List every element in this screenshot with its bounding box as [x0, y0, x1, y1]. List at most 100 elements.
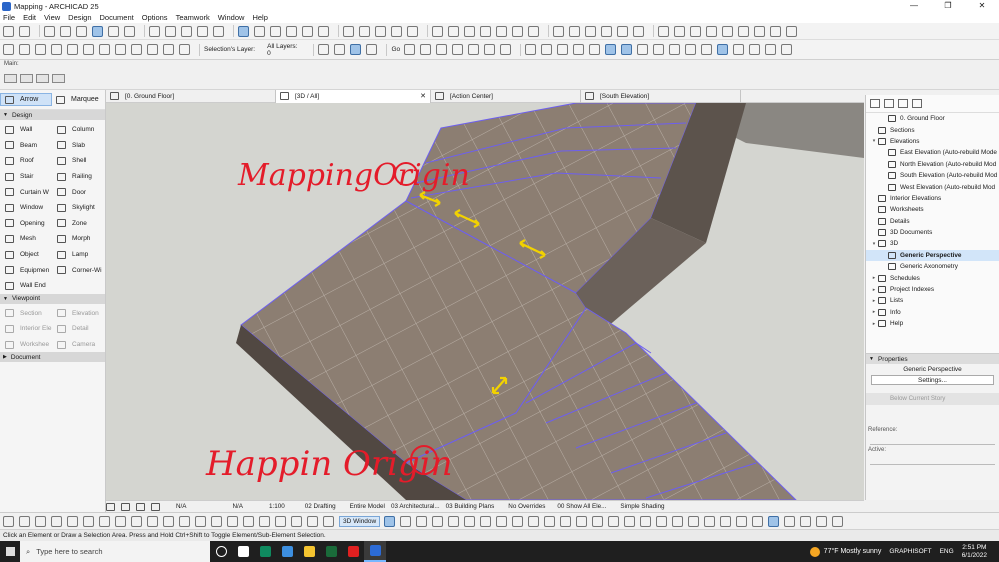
marquee-3d-icon[interactable] — [512, 515, 524, 527]
magnet-icon[interactable] — [786, 25, 797, 37]
cut-3d-icon[interactable] — [400, 515, 412, 527]
walk-view-icon[interactable] — [525, 44, 537, 55]
grid-snap-icon[interactable] — [557, 44, 569, 55]
morph-tool-icon[interactable] — [407, 25, 418, 37]
spline-icon[interactable] — [717, 44, 729, 55]
mesh-icon[interactable] — [83, 515, 94, 527]
navigator-item[interactable]: 3D Documents — [866, 227, 999, 238]
navigator-item[interactable]: Interior Elevations — [866, 193, 999, 204]
navigator-item[interactable]: ▾ Elevations — [866, 136, 999, 147]
slab-icon[interactable] — [51, 515, 62, 527]
book-icon[interactable] — [307, 515, 318, 527]
panel-toggle-icon[interactable] — [768, 515, 780, 527]
sun-3d-icon[interactable] — [528, 515, 540, 527]
render-3d-icon[interactable] — [464, 515, 476, 527]
find-select-icon[interactable] — [286, 25, 297, 37]
tree-toggle-icon[interactable]: ▸ — [870, 298, 878, 304]
zoom-value[interactable]: N/A — [176, 503, 187, 510]
weather-widget[interactable]: 77°F Mostly sunny — [809, 546, 881, 557]
lock-icon[interactable] — [197, 25, 208, 37]
orbit-icon[interactable] — [617, 25, 628, 37]
camera-icon[interactable] — [585, 25, 596, 37]
navigator-item[interactable]: ▸ Help — [866, 318, 999, 329]
menu-document[interactable]: Document — [100, 13, 134, 22]
info-box-icon[interactable] — [832, 515, 844, 527]
sun-icon[interactable] — [569, 25, 580, 37]
design-tool-railing[interactable]: Railing — [57, 169, 109, 185]
reference-slider[interactable] — [870, 435, 995, 445]
design-tool-stair[interactable]: Stair — [5, 169, 57, 185]
goto-label[interactable]: Go — [391, 46, 400, 53]
pointer-button[interactable] — [4, 74, 17, 83]
flag-icon[interactable] — [432, 25, 443, 37]
layers-panel-icon[interactable] — [784, 515, 796, 527]
navigator-item[interactable]: 0. Ground Floor — [866, 113, 999, 124]
zoom-area-icon[interactable] — [302, 25, 313, 37]
layer-settings-icon[interactable] — [334, 44, 346, 55]
model-filter[interactable]: Entire Model — [350, 503, 385, 510]
document-icon[interactable] — [99, 44, 110, 55]
paint-icon[interactable] — [163, 44, 174, 55]
fit-icon[interactable] — [452, 44, 464, 55]
beam-icon[interactable] — [19, 515, 30, 527]
viewpoint-tool-elevation[interactable]: Elevation — [57, 306, 109, 322]
minimize-button[interactable]: — — [897, 0, 931, 12]
design-tool-equipmen[interactable]: Equipmen — [5, 262, 57, 278]
tab-south-elevation[interactable]: [South Elevation] — [581, 89, 741, 103]
tab-ground-floor[interactable]: [0. Ground Floor] — [106, 89, 276, 103]
style-icon[interactable] — [560, 515, 572, 527]
design-tool-curtain-w[interactable]: Curtain W — [5, 184, 57, 200]
section-view-icon[interactable] — [35, 44, 46, 55]
navigator-item[interactable]: Sections — [866, 124, 999, 135]
design-section-header[interactable]: ▼ Design — [0, 110, 105, 120]
eye-icon[interactable] — [592, 515, 604, 527]
navigator-item[interactable]: ▸ Project Indexes — [866, 284, 999, 295]
opening-icon[interactable] — [259, 515, 270, 527]
slab-tool-icon[interactable] — [359, 25, 370, 37]
perspective-icon[interactable] — [736, 515, 748, 527]
design-tool-zone[interactable]: Zone — [57, 216, 109, 232]
floor-plan-icon[interactable] — [19, 44, 30, 55]
arrow-tool[interactable]: Arrow — [0, 93, 52, 106]
section-3d-icon[interactable] — [608, 515, 620, 527]
section-icon[interactable] — [448, 25, 459, 37]
viewpoint-tool-camera[interactable]: Camera — [57, 337, 109, 353]
fill-icon[interactable] — [658, 25, 669, 37]
menu-teamwork[interactable]: Teamwork — [176, 13, 210, 22]
morph-icon[interactable] — [211, 515, 222, 527]
rotate-view-button[interactable] — [36, 74, 49, 83]
design-tool-lamp[interactable]: Lamp — [57, 247, 109, 263]
tab-action-center[interactable]: [Action Center] — [431, 89, 581, 103]
rotate-icon[interactable] — [254, 25, 265, 37]
undo-icon[interactable] — [3, 25, 14, 37]
menu-file[interactable]: File — [3, 13, 15, 22]
active-slider[interactable] — [870, 455, 995, 465]
design-tool-window[interactable]: Window — [5, 200, 57, 216]
shell-icon[interactable] — [227, 515, 238, 527]
print-icon[interactable] — [640, 515, 652, 527]
3d-viewport[interactable]: MappingOrigin Happin Origin — [106, 103, 864, 500]
door-icon[interactable] — [163, 515, 174, 527]
design-tool-skylight[interactable]: Skylight — [57, 200, 109, 216]
design-tool-roof[interactable]: Roof — [5, 153, 57, 169]
marquee-tool[interactable]: Marquee — [52, 93, 104, 106]
design-tool-shell[interactable]: Shell — [57, 153, 109, 169]
taskbar-search[interactable]: ⌕ Type here to search — [20, 541, 210, 562]
export-icon[interactable] — [624, 515, 636, 527]
elevation-view-icon[interactable] — [51, 44, 62, 55]
menu-design[interactable]: Design — [68, 13, 91, 22]
attribute-icon[interactable] — [179, 44, 190, 55]
close-tab-icon[interactable]: ✕ — [420, 92, 426, 100]
navigator-item[interactable]: ▸ Lists — [866, 295, 999, 306]
mail-icon[interactable] — [131, 44, 142, 55]
pen-set-icon[interactable] — [366, 44, 378, 55]
navigator-panel-icon[interactable] — [800, 515, 812, 527]
next-zoom-icon[interactable] — [484, 44, 496, 55]
favorite-tool-icon[interactable] — [765, 44, 777, 55]
zoom-in-icon[interactable] — [121, 502, 130, 511]
navigator-item[interactable]: Generic Perspective — [866, 249, 999, 262]
window-icon[interactable] — [147, 515, 158, 527]
zoom-out-icon[interactable] — [420, 44, 432, 55]
materials-icon[interactable] — [544, 515, 556, 527]
publisher-sets-icon[interactable] — [912, 99, 922, 108]
